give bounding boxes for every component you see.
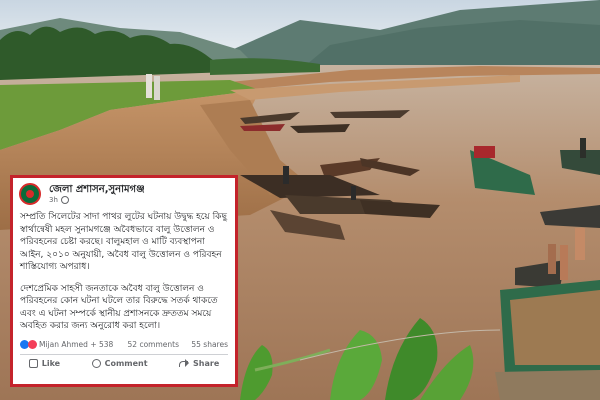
post-timestamp[interactable]: 3h [49,196,58,204]
page-name[interactable]: জেলা প্রশাসন,সুনামগঞ্জ [49,184,145,196]
comment-label: Comment [104,358,148,368]
divider [20,353,228,355]
share-icon [179,358,190,368]
post-body: সম্প্রতি সিলেটের সাদা পাথর লুটের ঘটনায় … [13,207,235,333]
share-label: Share [193,358,220,368]
logo-icon[interactable] [19,183,41,205]
share-button[interactable]: Share [179,358,220,368]
like-label: Like [41,358,61,368]
reactions-count: Mijan Ahmed + 538 [39,339,114,349]
comment-button[interactable]: Comment [91,358,148,368]
globe-icon [60,196,69,204]
reaction-summary[interactable]: Mijan Ahmed + 538 [20,339,114,349]
like-icon [28,358,38,368]
post-meta: জেলা প্রশাসন,সুনামগঞ্জ 3h [49,184,145,204]
facebook-post-card: জেলা প্রশাসন,সুনামগঞ্জ 3h সম্প্রতি সিলেট… [10,175,238,387]
post-paragraph-2: দেশপ্রেমিক সাহসী জনতাকে অবৈধ বালু উত্তোল… [20,283,218,332]
post-actions: Like Comment Share [13,358,235,368]
shares-count[interactable]: 55 shares [191,340,228,349]
photo-scene: জেলা প্রশাসন,সুনামগঞ্জ 3h সম্প্রতি সিলেট… [0,0,600,400]
post-stats: Mijan Ahmed + 538 52 comments 55 shares [13,339,235,349]
post-header: জেলা প্রশাসন,সুনামগঞ্জ 3h [13,178,235,207]
post-paragraph-1: সম্প্রতি সিলেটের সাদা পাথর লুটের ঘটনায় … [20,212,227,272]
like-button[interactable]: Like [28,358,61,368]
comments-count[interactable]: 52 comments [128,340,179,349]
post-time: 3h [49,196,145,204]
engagement-counts: 52 comments 55 shares [128,340,228,349]
love-reaction-icon [28,339,37,349]
comment-icon [91,358,101,368]
